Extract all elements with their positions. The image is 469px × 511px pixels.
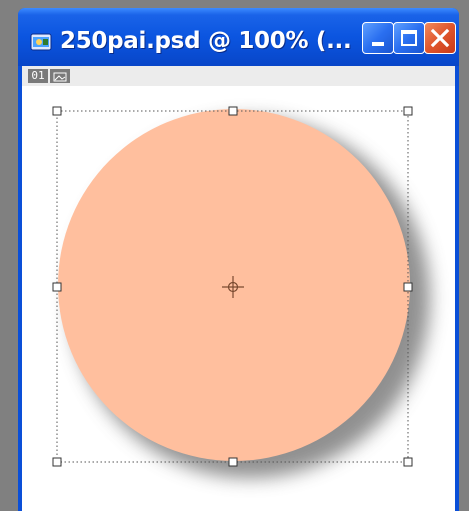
- maximize-button[interactable]: [393, 22, 425, 54]
- handle-top-left: [52, 106, 62, 116]
- canvas-artwork[interactable]: [22, 66, 455, 511]
- close-icon: [430, 28, 450, 48]
- document-canvas-area[interactable]: 01: [22, 66, 455, 511]
- handle-top-center: [228, 106, 238, 116]
- title-bar[interactable]: 250pai.psd @ 100% (...: [18, 8, 459, 66]
- maximize-icon: [401, 30, 417, 46]
- document-window: 250pai.psd @ 100% (... 01: [18, 8, 459, 511]
- minimize-button[interactable]: [362, 22, 394, 54]
- handle-top-right: [403, 106, 413, 116]
- handle-bottom-right: [403, 457, 413, 467]
- minimize-icon: [372, 42, 384, 46]
- handle-middle-right: [403, 282, 413, 292]
- peach-circle[interactable]: [58, 109, 410, 461]
- handle-bottom-center: [228, 457, 238, 467]
- handle-middle-left: [52, 282, 62, 292]
- window-title: 250pai.psd @ 100% (...: [60, 28, 352, 54]
- close-button[interactable]: [424, 22, 456, 54]
- handle-bottom-left: [52, 457, 62, 467]
- photoshop-document-icon: [30, 33, 52, 51]
